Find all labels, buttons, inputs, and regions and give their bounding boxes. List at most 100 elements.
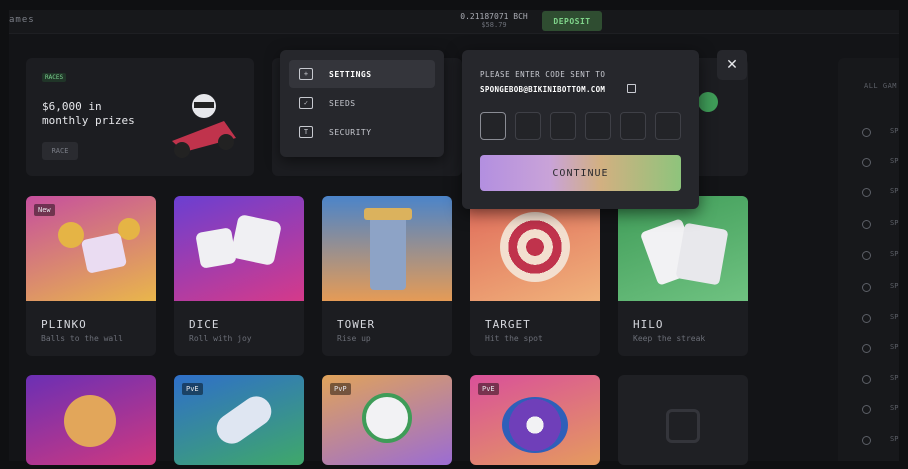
game-art xyxy=(174,196,304,301)
menu-item-settings[interactable]: + SETTINGS xyxy=(289,60,435,88)
sidebar-row-label: SP xyxy=(890,313,899,321)
game-icon xyxy=(862,220,871,229)
wallet-balance[interactable]: 0.21187071 BCH $58.79 xyxy=(454,12,534,29)
game-icon xyxy=(862,188,871,197)
race-button[interactable]: RACE xyxy=(42,142,78,160)
game-icon xyxy=(862,128,871,137)
sidebar-row[interactable]: SP xyxy=(862,342,902,354)
continue-button[interactable]: CONTINUE xyxy=(480,155,681,191)
code-digit-input[interactable] xyxy=(655,112,681,140)
target-icon xyxy=(500,212,570,282)
game-icon xyxy=(862,314,871,323)
game-art xyxy=(470,196,600,301)
sidebar-header: ALL GAM xyxy=(864,82,898,90)
bitcoin-icon xyxy=(362,393,412,443)
edit-icon[interactable] xyxy=(627,84,636,93)
game-desc: Balls to the wall xyxy=(41,334,123,343)
menu-item-label: SECURITY xyxy=(329,127,372,137)
sidebar-row[interactable]: SP xyxy=(862,281,902,293)
game-name: TOWER xyxy=(337,318,376,331)
menu-item-label: SEEDS xyxy=(329,98,356,108)
game-tile-dice[interactable]: DICE Roll with joy xyxy=(174,196,304,356)
menu-item-security[interactable]: T SECURITY xyxy=(289,118,435,146)
code-digit-input[interactable] xyxy=(620,112,646,140)
sidebar-row[interactable]: SP xyxy=(862,403,902,415)
game-desc: Keep the streak xyxy=(633,334,706,343)
sidebar-row[interactable]: SP xyxy=(862,434,902,446)
coin-icon xyxy=(58,222,84,248)
races-promo-card[interactable]: RACES $6,000 in monthly prizes RACE xyxy=(26,58,254,176)
coin-icon xyxy=(698,92,718,112)
balance-amount: 0.21187071 BCH xyxy=(460,12,528,21)
game-tile-coinflip[interactable]: PvP xyxy=(322,375,452,465)
plinko-board-icon xyxy=(80,232,128,274)
menu-item-label: SETTINGS xyxy=(329,69,372,79)
coin-icon xyxy=(118,218,140,240)
close-button[interactable]: ✕ xyxy=(717,50,747,80)
rocket-icon xyxy=(210,390,278,450)
game-icon xyxy=(862,436,871,445)
game-tile-tower[interactable]: TOWER Rise up xyxy=(322,196,452,356)
game-tile-locked[interactable] xyxy=(618,375,748,465)
sidebar-row-label: SP xyxy=(890,219,899,227)
top-bar: ames 0.21187071 BCH $58.79 DEPOSIT xyxy=(9,10,899,34)
game-desc: Hit the spot xyxy=(485,334,543,343)
kart-illustration xyxy=(172,94,236,158)
code-digit-input[interactable] xyxy=(550,112,576,140)
game-name: HILO xyxy=(633,318,664,331)
game-desc: Roll with joy xyxy=(189,334,252,343)
game-tile-rocket[interactable]: PvE xyxy=(174,375,304,465)
seeds-icon: ✓ xyxy=(299,97,313,109)
game-desc: Rise up xyxy=(337,334,371,343)
tower-top-icon xyxy=(364,208,412,220)
game-tile-roulette[interactable]: PvE xyxy=(470,375,600,465)
game-name: DICE xyxy=(189,318,220,331)
sidebar-row[interactable]: SP xyxy=(862,218,902,230)
roulette-icon xyxy=(502,397,568,453)
promo-headline: $6,000 in monthly prizes xyxy=(42,100,135,128)
game-name: PLINKO xyxy=(41,318,87,331)
sidebar-row-label: SP xyxy=(890,404,899,412)
tag-pve: PvE xyxy=(478,383,499,395)
security-icon: T xyxy=(299,126,313,138)
sidebar-row[interactable]: SP xyxy=(862,373,902,385)
game-tile-hilo[interactable]: HILO Keep the streak xyxy=(618,196,748,356)
bomb-icon xyxy=(64,395,116,447)
tag-pve: PvE xyxy=(182,383,203,395)
sidebar-row[interactable]: SP xyxy=(862,126,902,138)
sidebar-row-label: SP xyxy=(890,374,899,382)
sidebar-row-label: SP xyxy=(890,435,899,443)
balance-usd: $58.79 xyxy=(481,21,507,29)
tower-icon xyxy=(370,212,406,290)
game-icon xyxy=(862,375,871,384)
promo-headline-line-1: $6,000 in xyxy=(42,100,102,113)
sidebar-row-label: SP xyxy=(890,187,899,195)
game-name: TARGET xyxy=(485,318,531,331)
game-icon xyxy=(862,344,871,353)
sidebar-row[interactable]: SP xyxy=(862,186,902,198)
page-title: ames xyxy=(9,15,35,25)
game-art xyxy=(618,196,748,301)
menu-item-seeds[interactable]: ✓ SEEDS xyxy=(289,89,435,117)
deposit-button[interactable]: DEPOSIT xyxy=(542,11,602,31)
sidebar-row[interactable]: SP xyxy=(862,312,902,324)
sidebar-row-label: SP xyxy=(890,127,899,135)
promo-headline-line-2: monthly prizes xyxy=(42,114,135,127)
verify-code-modal: PLEASE ENTER CODE SENT TO SPONGEBOB@BIKI… xyxy=(462,50,699,209)
game-icon xyxy=(862,158,871,167)
game-tile-target[interactable]: TARGET Hit the spot xyxy=(470,196,600,356)
close-icon: ✕ xyxy=(726,57,738,73)
game-icon xyxy=(862,405,871,414)
code-digit-input[interactable] xyxy=(480,112,506,140)
die-icon xyxy=(229,213,283,267)
tag-new: New xyxy=(34,204,55,216)
sidebar-row[interactable]: SP xyxy=(862,156,902,168)
code-digit-input[interactable] xyxy=(585,112,611,140)
code-digit-input[interactable] xyxy=(515,112,541,140)
game-tile-mines[interactable] xyxy=(26,375,156,465)
sidebar-row[interactable]: SP xyxy=(862,249,902,261)
sidebar-row-label: SP xyxy=(890,282,899,290)
game-tile-plinko[interactable]: New PLINKO Balls to the wall xyxy=(26,196,156,356)
game-icon xyxy=(862,251,871,260)
tag-pvp: PvP xyxy=(330,383,351,395)
